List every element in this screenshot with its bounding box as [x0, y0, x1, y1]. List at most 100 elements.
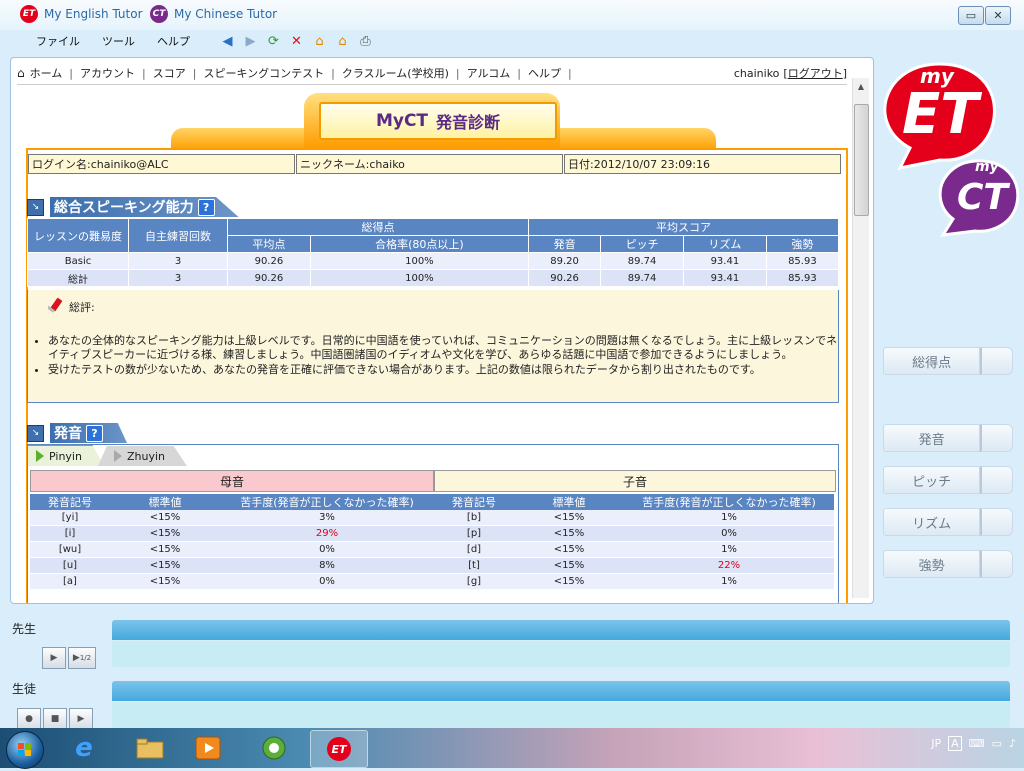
ie-icon[interactable]: e [62, 730, 106, 766]
nav-classroom[interactable]: クラスルーム(学校用) [342, 65, 449, 81]
nav-help[interactable]: ヘルプ [528, 65, 561, 81]
side-button-pronunciation[interactable]: 発音 [883, 424, 1013, 452]
review-list: あなたの全体的なスピーキング能力は上級レベルです。日常的に中国語を使っていれば、… [34, 334, 838, 378]
refresh-icon[interactable]: ⟳ [265, 33, 282, 50]
cell-stress: 85.93 [765, 269, 840, 287]
app-icon[interactable] [252, 730, 296, 766]
section-pronunciation-header: ↘ 発音 ? [27, 423, 127, 443]
slow-play-label: 1/2 [79, 654, 92, 662]
side-button-cap [980, 347, 1013, 375]
table-row: [p] <15% 0% [434, 525, 834, 542]
cell-pron: 89.20 [527, 252, 602, 270]
teacher-text-area [112, 641, 1010, 667]
scroll-thumb[interactable] [854, 104, 869, 216]
nav-account[interactable]: アカウント [80, 65, 135, 81]
keyboard-icon[interactable]: ⌨ [969, 737, 985, 750]
vertical-scrollbar[interactable]: ▲ [852, 78, 869, 598]
stop-icon[interactable]: ✕ [288, 33, 305, 50]
slow-play-button[interactable]: ▶ 1/2 [68, 647, 96, 669]
windows-logo-icon [18, 743, 31, 756]
content-pane: ⌂ ホーム | アカウント | スコア | スピーキングコンテスト | クラスルーム(学… [10, 57, 874, 604]
side-button-label: ピッチ [883, 466, 981, 494]
folder-icon[interactable] [128, 730, 172, 766]
close-button[interactable]: ✕ [985, 6, 1011, 25]
my-ct-logo: my CT [935, 157, 1023, 237]
tab-zhuyin[interactable]: Zhuyin [97, 446, 187, 466]
collapse-icon[interactable]: ↘ [27, 198, 44, 216]
menu-tools[interactable]: ツール [91, 33, 146, 49]
home-icon[interactable]: ⌂ [311, 33, 328, 50]
col-symbol: 発音記号 [30, 494, 110, 510]
minimize-button[interactable]: ▭ [958, 6, 984, 25]
ime-icon[interactable]: A [948, 736, 962, 751]
print-icon[interactable]: ⎙ [357, 33, 374, 50]
media-player-icon[interactable] [186, 730, 230, 766]
cell-sym: [t] [434, 557, 514, 574]
side-button-cap [980, 424, 1013, 452]
vowels-table: 発音記号 標準値 苦手度(発音が正しくなかった確率) [yi] <15% 3% [i]… [30, 494, 434, 590]
table-row: 総計 3 90.26 100% 90.26 89.74 93.41 85.93 [27, 269, 840, 287]
student-label: 生徒 [12, 682, 37, 696]
nav-score[interactable]: スコア [153, 65, 186, 81]
consonants-table: 発音記号 標準値 苦手度(発音が正しくなかった確率) [b] <15% 1% [p] <… [434, 494, 834, 590]
side-button-stress[interactable]: 強勢 [883, 550, 1013, 578]
cell-level: 総計 [27, 269, 129, 287]
col-symbol: 発音記号 [434, 494, 514, 510]
banner-subtitle: 発音診断 [436, 113, 501, 132]
help-icon[interactable]: ? [197, 198, 215, 216]
play-icon[interactable]: ▶ [69, 708, 93, 730]
table-row: [wu] <15% 0% [30, 541, 434, 558]
cell-std: <15% [110, 525, 220, 542]
volume-icon[interactable]: ♪ [1009, 737, 1016, 750]
home-nav-icon[interactable]: ⌂ [17, 66, 25, 80]
table-row: [a] <15% 0% [30, 573, 434, 590]
side-button-total[interactable]: 総得点 [883, 347, 1013, 375]
nav-home[interactable]: ホーム [30, 65, 63, 81]
cell-pron: 90.26 [527, 269, 602, 287]
stop-icon[interactable]: ■ [43, 708, 67, 730]
record-icon[interactable]: ● [17, 708, 41, 730]
tab-my-english-tutor[interactable]: ET My English Tutor [20, 4, 143, 24]
nav-speaking-contest[interactable]: スピーキングコンテスト [203, 65, 324, 81]
scroll-up-icon[interactable]: ▲ [854, 79, 868, 93]
side-button-rhythm[interactable]: リズム [883, 508, 1013, 536]
col-avg-points: 平均点 [227, 235, 311, 253]
forward-icon[interactable]: ▶ [242, 33, 259, 50]
cell-std: <15% [514, 510, 624, 526]
monitor-icon[interactable]: ▭ [992, 737, 1002, 750]
cell-std: <15% [110, 510, 220, 526]
menu-help[interactable]: ヘルプ [146, 33, 201, 49]
cell-stress: 85.93 [765, 252, 840, 270]
review-item: 受けたテストの数が少ないため、あなたの発音を正確に評価できない場合があります。上… [48, 363, 838, 377]
bracket-close: ] [842, 66, 847, 80]
back-icon[interactable]: ◀ [219, 33, 236, 50]
et-logo-icon: ET [20, 5, 38, 23]
title-bar: ET My English Tutor CT My Chinese Tutor … [0, 0, 1024, 30]
cell-pass: 100% [309, 269, 530, 287]
menu-file[interactable]: ファイル [25, 33, 91, 49]
help-icon[interactable]: ? [86, 424, 103, 442]
side-button-pitch[interactable]: ピッチ [883, 466, 1013, 494]
tab-my-chinese-tutor[interactable]: CT My Chinese Tutor [150, 4, 277, 24]
start-button[interactable] [6, 731, 44, 769]
section-speaking-header: ↘ 総合スピーキング能力 ? [27, 197, 239, 217]
cell-pitch: 89.74 [600, 269, 684, 287]
cell-std: <15% [110, 573, 220, 590]
collapse-icon[interactable]: ↘ [27, 424, 44, 442]
ct-logo-icon: CT [150, 5, 168, 23]
nav-alcom[interactable]: アルコム [467, 65, 511, 81]
side-button-label: 発音 [883, 424, 981, 452]
home-alt-icon[interactable]: ⌂ [334, 33, 351, 50]
language-indicator[interactable]: JP [931, 737, 941, 750]
play-icon[interactable]: ▶ [42, 647, 66, 669]
cell-sym: [wu] [30, 541, 110, 558]
taskbar: e ET [0, 728, 1024, 768]
logout-link[interactable]: ログアウト [788, 65, 843, 81]
cell-practice: 3 [128, 269, 228, 287]
tab-pinyin[interactable]: Pinyin [28, 445, 104, 466]
my-english-tutor-taskbar-icon[interactable]: ET [310, 730, 368, 768]
cell-diff: 0% [220, 541, 434, 558]
cell-sym: [d] [434, 541, 514, 558]
table-row: [i] <15% 29% [30, 525, 434, 542]
cell-diff: 0% [624, 525, 834, 542]
